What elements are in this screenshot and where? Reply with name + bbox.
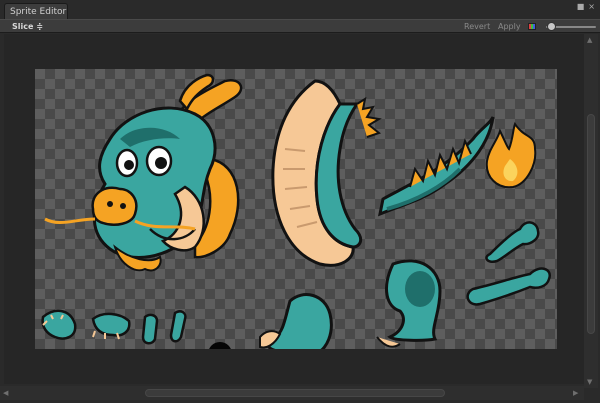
horizontal-scrollbar-thumb[interactable] — [145, 389, 445, 397]
toe-right-sprite[interactable] — [169, 310, 187, 343]
vertical-scrollbar[interactable]: ▲ ▼ — [584, 34, 598, 388]
dragon-tail-spine-sprite[interactable] — [377, 116, 495, 217]
arm-lower-sprite[interactable] — [466, 267, 551, 306]
scroll-left-arrow-icon[interactable]: ◀ — [3, 389, 8, 397]
rgb-channel-toggle-icon[interactable] — [528, 23, 536, 30]
sprite-canvas-viewport[interactable] — [4, 34, 586, 384]
arm-upper-sprite[interactable] — [485, 221, 540, 263]
scroll-down-arrow-icon[interactable]: ▼ — [587, 378, 592, 386]
dragon-body-curl-sprite[interactable] — [271, 79, 382, 267]
scroll-up-arrow-icon[interactable]: ▲ — [587, 36, 592, 44]
sprite-sheet-drawing — [41, 73, 551, 349]
window-title-tab[interactable]: Sprite Editor — [4, 3, 68, 19]
horizontal-scrollbar[interactable]: ◀ ▶ — [0, 386, 584, 400]
dragon-head-sprite[interactable] — [44, 73, 243, 272]
slice-dropdown[interactable]: Slice ≑ — [8, 20, 47, 33]
black-dot-sprite[interactable] — [208, 342, 232, 349]
flame-sprite[interactable] — [485, 121, 537, 189]
window-title: Sprite Editor — [10, 7, 67, 17]
zoom-slider-thumb[interactable] — [546, 22, 556, 31]
close-icon[interactable]: × — [588, 2, 595, 12]
toe-left-sprite[interactable] — [141, 313, 159, 345]
front-claw-left-sprite[interactable] — [41, 309, 77, 340]
sprite-editor-window: Sprite Editor ■ × Slice ≑ Revert Apply ▲… — [0, 0, 600, 403]
vertical-scrollbar-thumb[interactable] — [587, 114, 595, 334]
window-controls: ■ × — [577, 2, 595, 12]
leg-crouch-right-sprite[interactable] — [376, 259, 442, 348]
front-claw-right-sprite[interactable] — [91, 312, 131, 340]
apply-button[interactable]: Apply — [498, 20, 521, 33]
toolbar: Slice ≑ Revert Apply — [0, 19, 600, 33]
lock-icon[interactable]: ■ — [577, 2, 585, 12]
sprite-sheet-texture[interactable] — [35, 69, 557, 349]
scroll-right-arrow-icon[interactable]: ▶ — [573, 389, 578, 397]
revert-button[interactable]: Revert — [464, 20, 490, 33]
leg-crouch-left-sprite[interactable] — [259, 293, 333, 349]
